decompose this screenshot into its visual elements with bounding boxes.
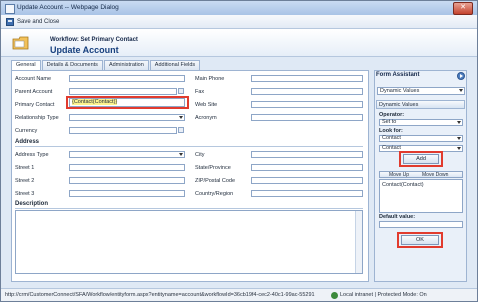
web-site-label: Web Site (195, 102, 218, 108)
state-label: State/Province (195, 165, 231, 171)
street1-input[interactable] (69, 164, 185, 171)
address-section-title: Address (15, 139, 40, 145)
tab-additional-fields[interactable]: Additional Fields (149, 60, 201, 70)
tab-details-documents[interactable]: Details & Documents (41, 60, 103, 70)
title-bar: Update Account -- Webpage Dialog ✕ (1, 1, 477, 16)
dialog-window: Update Account -- Webpage Dialog ✕ Save … (0, 0, 478, 302)
dynamic-values-select[interactable]: Dynamic Values (377, 87, 465, 95)
currency-label: Currency (15, 128, 38, 134)
relationship-type-select[interactable] (69, 114, 185, 121)
save-and-close-button[interactable]: Save and Close (6, 17, 59, 26)
arrow-right-icon[interactable] (457, 72, 465, 80)
main-phone-label: Main Phone (195, 76, 225, 82)
street3-input[interactable] (69, 190, 185, 197)
dynamic-values-list[interactable]: Contact(Contact) (379, 179, 463, 213)
save-and-close-label: Save and Close (17, 18, 60, 25)
save-icon (6, 17, 14, 26)
lookup-icon[interactable] (178, 88, 184, 94)
add-button[interactable]: Add (403, 154, 439, 164)
toolbar: Save and Close (1, 15, 477, 29)
city-label: City (195, 152, 205, 158)
move-up-button[interactable]: Move Up (389, 172, 409, 178)
account-name-input[interactable] (69, 75, 185, 82)
fax-input[interactable] (251, 88, 363, 95)
status-url: http://crm/CustomerConnect/SFA/Workflow/… (5, 292, 315, 298)
description-scrollbar[interactable] (355, 211, 362, 273)
parent-account-label: Parent Account (15, 89, 53, 95)
close-button[interactable]: ✕ (453, 2, 473, 15)
street1-label: Street 1 (15, 165, 35, 171)
globe-icon (331, 292, 338, 299)
address-type-select[interactable] (69, 151, 185, 158)
acronym-label: Acronym (195, 115, 217, 121)
primary-contact-token: {Contact(Contact)} (72, 99, 118, 105)
address-type-label: Address Type (15, 152, 49, 158)
zip-input[interactable] (251, 177, 363, 184)
list-item[interactable]: Contact(Contact) (382, 182, 424, 188)
default-value-input[interactable] (379, 221, 463, 228)
form-assistant-title: Form Assistant (376, 72, 420, 78)
security-zone-text: Local intranet | Protected Mode: On (340, 292, 427, 298)
default-value-label: Default value: (379, 214, 416, 220)
street2-label: Street 2 (15, 178, 35, 184)
primary-contact-input[interactable]: {Contact(Contact)} (69, 98, 185, 107)
country-label: Country/Region (195, 191, 234, 197)
description-textarea[interactable] (15, 210, 363, 274)
folder-icon (12, 36, 29, 50)
lookup-icon[interactable] (178, 127, 184, 133)
look-for-label: Look for: (379, 128, 403, 134)
ok-button[interactable]: OK (401, 235, 439, 245)
acronym-input[interactable] (251, 114, 363, 121)
operator-select[interactable]: Set to (379, 119, 463, 126)
city-input[interactable] (251, 151, 363, 158)
currency-input[interactable] (69, 127, 177, 134)
street2-input[interactable] (69, 177, 185, 184)
country-input[interactable] (251, 190, 363, 197)
window-title: Update Account -- Webpage Dialog (17, 4, 119, 11)
look-for-select[interactable]: Contact (379, 135, 463, 142)
relationship-type-label: Relationship Type (15, 115, 59, 121)
tab-administration[interactable]: Administration (103, 60, 149, 70)
window-icon (5, 4, 15, 14)
description-section-title: Description (15, 201, 49, 207)
fax-label: Fax (195, 89, 205, 95)
main-phone-input[interactable] (251, 75, 363, 82)
entity-title: Update Account (50, 45, 119, 55)
status-bar: http://crm/CustomerConnect/SFA/Workflow/… (1, 288, 477, 301)
state-input[interactable] (251, 164, 363, 171)
primary-contact-label: Primary Contact (15, 102, 55, 108)
workflow-label: Workflow: Set Primary Contact (50, 37, 138, 43)
dynamic-values-header-label: Dynamic Values (379, 102, 419, 108)
list-toolbar: Move Up Move Down (379, 171, 463, 178)
parent-account-input[interactable] (69, 88, 177, 95)
tab-strip: General Details & Documents Administrati… (11, 60, 201, 71)
dynamic-values-header: Dynamic Values (376, 100, 465, 109)
operator-label: Operator: (379, 112, 405, 118)
account-name-label: Account Name (15, 76, 52, 82)
zip-label: ZIP/Postal Code (195, 178, 236, 184)
street3-label: Street 3 (15, 191, 35, 197)
web-site-input[interactable] (251, 101, 363, 108)
move-down-button[interactable]: Move Down (422, 172, 448, 178)
section-divider (15, 146, 363, 147)
section-divider (15, 208, 363, 209)
